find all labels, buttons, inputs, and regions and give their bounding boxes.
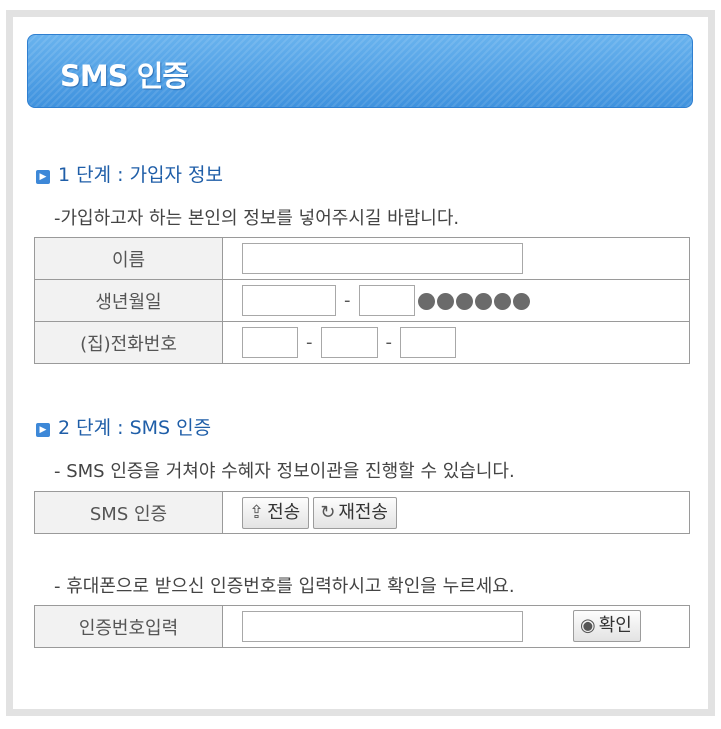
sms-table: SMS 인증 ⇪ 전송 ↻ 재전송	[34, 491, 690, 534]
phone-part2-input[interactable]	[320, 327, 378, 358]
name-input[interactable]	[242, 243, 523, 274]
code-input[interactable]	[242, 611, 523, 642]
step1-heading: ▶ 1 단계 : 가입자 정보	[36, 160, 223, 187]
resend-button[interactable]: ↻ 재전송	[313, 496, 397, 529]
table-row: 인증번호입력 ◉ 확인	[34, 605, 690, 648]
step2-description: - SMS 인증을 거쳐야 수혜자 정보이관을 진행할 수 있습니다.	[54, 461, 515, 482]
phone-part3-input[interactable]	[400, 327, 456, 358]
separator: -	[385, 332, 393, 353]
code-table: 인증번호입력 ◉ 확인	[34, 605, 690, 648]
confirm-circle-icon: ◉	[580, 615, 596, 636]
table-row: SMS 인증 ⇪ 전송 ↻ 재전송	[34, 491, 690, 534]
masked-digits	[417, 290, 532, 311]
step1-description: -가입하고자 하는 본인의 정보를 넣어주시길 바랍니다.	[54, 208, 460, 229]
phone-label: (집)전화번호	[34, 321, 223, 364]
step2-heading: ▶ 2 단계 : SMS 인증	[36, 413, 211, 440]
table-row: (집)전화번호 - -	[34, 321, 690, 364]
code-description: - 휴대폰으로 받으신 인증번호를 입력하시고 확인을 누르세요.	[54, 576, 515, 597]
send-button[interactable]: ⇪ 전송	[242, 496, 310, 529]
confirm-button[interactable]: ◉ 확인	[573, 610, 641, 642]
page-title: SMS 인증	[60, 59, 189, 93]
birthdate-label: 생년월일	[34, 279, 223, 322]
code-label: 인증번호입력	[34, 605, 223, 648]
step1-title: 1 단계 : 가입자 정보	[58, 164, 224, 186]
phone-part1-input[interactable]	[242, 327, 298, 358]
subscriber-info-table: 이름 생년월일 - (집)전화번호 - -	[34, 237, 690, 364]
separator: -	[306, 332, 313, 353]
bullet-arrow-icon: ▶	[36, 423, 50, 437]
upload-icon: ⇪	[249, 501, 265, 523]
name-label: 이름	[34, 237, 223, 280]
table-row: 이름	[34, 237, 690, 280]
sms-label: SMS 인증	[34, 491, 223, 534]
id-first-digit-input[interactable]	[358, 285, 415, 316]
table-row: 생년월일 -	[34, 279, 690, 322]
step2-title: 2 단계 : SMS 인증	[58, 417, 212, 439]
bullet-arrow-icon: ▶	[36, 170, 50, 184]
refresh-icon: ↻	[320, 501, 336, 523]
birthdate-input[interactable]	[242, 285, 336, 316]
title-banner: SMS 인증	[27, 34, 693, 108]
separator: -	[344, 290, 351, 311]
